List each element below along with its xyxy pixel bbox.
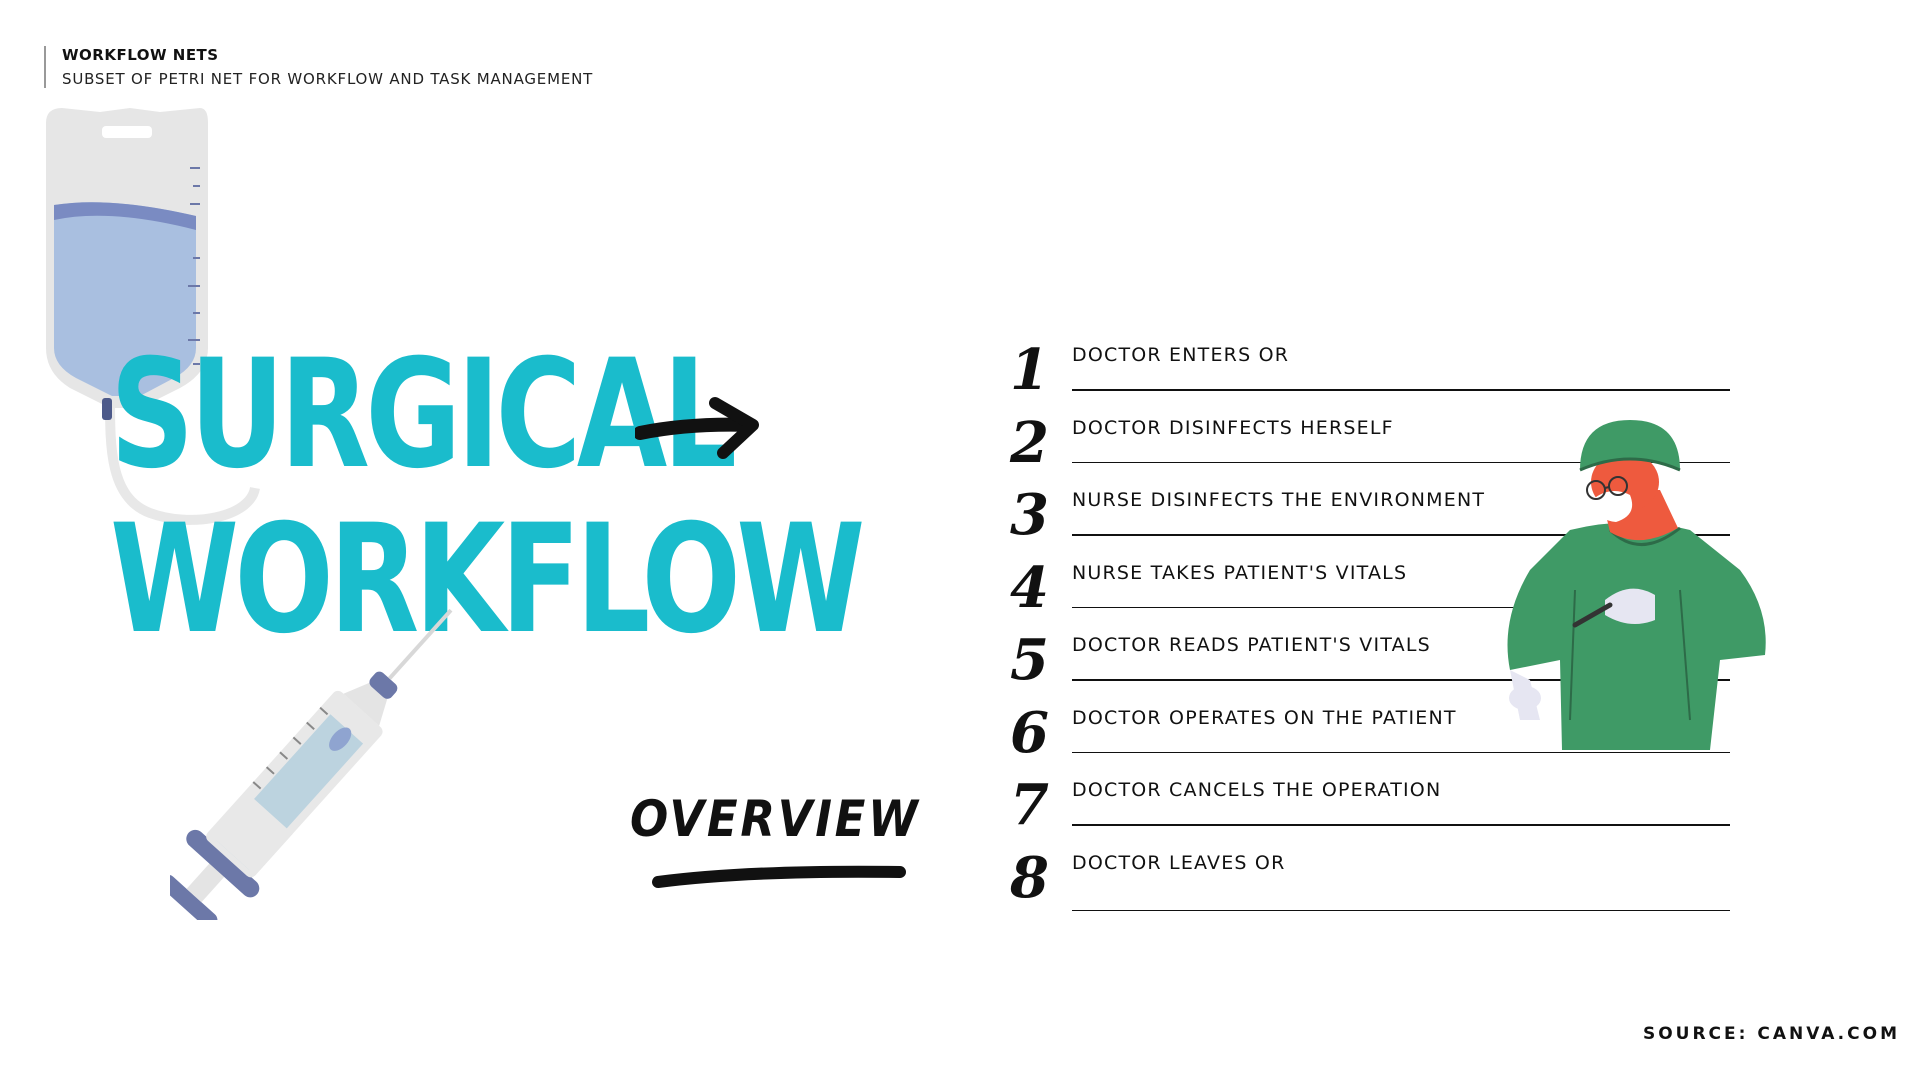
header: WORKFLOW NETS SUBSET OF PETRI NET FOR WO… <box>44 46 593 88</box>
step-text: NURSE TAKES PATIENT'S VITALS <box>1072 561 1408 584</box>
step-divider <box>1072 909 1730 911</box>
step-number: 1 <box>1010 337 1049 403</box>
step-text: DOCTOR CANCELS THE OPERATION <box>1072 779 1442 801</box>
step-number: 4 <box>1010 554 1049 621</box>
list-item: 1 DOCTOR ENTERS OR <box>1010 330 1730 403</box>
step-text: DOCTOR LEAVES OR <box>1072 851 1286 874</box>
step-number: 8 <box>1010 844 1049 911</box>
overview-label: OVERVIEW <box>630 790 921 848</box>
step-text: DOCTOR READS PATIENT'S VITALS <box>1072 634 1431 656</box>
header-subtitle: SUBSET OF PETRI NET FOR WORKFLOW AND TAS… <box>62 70 594 88</box>
surgeon-illustration <box>1507 420 1766 750</box>
step-divider <box>1072 389 1730 391</box>
overview-underline <box>652 865 906 888</box>
step-number: 6 <box>1010 699 1049 766</box>
step-number: 5 <box>1010 627 1049 693</box>
step-divider <box>1072 751 1730 753</box>
source-credit: SOURCE: CANVA.COM <box>1642 1024 1900 1044</box>
header-title: WORKFLOW NETS <box>62 46 219 64</box>
step-text: NURSE DISINFECTS THE ENVIRONMENT <box>1072 489 1486 511</box>
syringe-icon <box>170 608 453 920</box>
step-divider <box>1072 824 1730 826</box>
step-text: DOCTOR DISINFECTS HERSELF <box>1072 416 1394 439</box>
list-item: 8 DOCTOR LEAVES OR <box>1010 838 1730 911</box>
step-text: DOCTOR ENTERS OR <box>1072 344 1290 366</box>
step-number: 7 <box>1010 772 1049 838</box>
step-number: 3 <box>1010 482 1049 548</box>
step-number: 2 <box>1010 409 1049 476</box>
arrow-icon <box>635 397 759 459</box>
step-text: DOCTOR OPERATES ON THE PATIENT <box>1072 706 1457 729</box>
list-item: 7 DOCTOR CANCELS THE OPERATION <box>1010 765 1730 838</box>
